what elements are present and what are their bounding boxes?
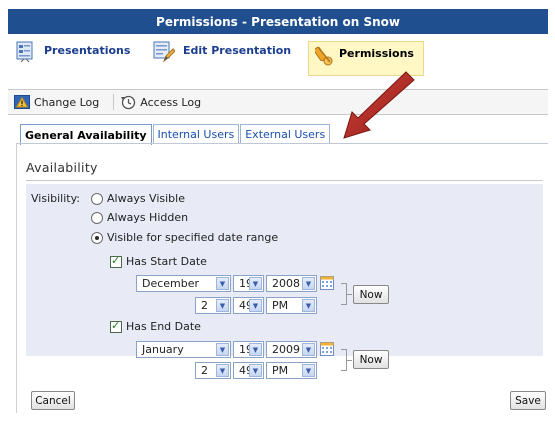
end-minute-select[interactable]: 49 ▼	[233, 362, 264, 379]
radio-date-range-label: Visible for specified date range	[107, 231, 279, 244]
save-button[interactable]: Save	[510, 391, 546, 410]
tab-internal-users[interactable]: Internal Users	[152, 124, 240, 144]
chevron-down-icon: ▼	[249, 277, 262, 290]
end-calendar-icon[interactable]	[320, 342, 334, 356]
chevron-down-icon: ▼	[302, 277, 315, 290]
presentations-icon	[16, 41, 33, 63]
radio-date-range[interactable]: Visible for specified date range	[91, 231, 278, 244]
start-year-value: 2008	[272, 277, 300, 290]
toolbar-divider	[113, 94, 115, 110]
has-end-date-label: Has End Date	[126, 320, 201, 333]
chevron-down-icon: ▼	[216, 343, 229, 356]
nav-permissions-label: Permissions	[339, 47, 414, 60]
has-end-date[interactable]: Has End Date	[110, 319, 201, 333]
annotation-arrow-icon	[343, 71, 415, 139]
section-divider	[26, 180, 543, 181]
radio-always-visible-label: Always Visible	[107, 192, 185, 205]
start-month-value: December	[142, 277, 200, 290]
permissions-icon	[315, 46, 333, 66]
end-hour-select[interactable]: 2 ▼	[195, 362, 231, 379]
access-log-link[interactable]: Access Log	[120, 94, 201, 110]
start-ampm-value: PM	[272, 299, 289, 312]
tab-general-availability[interactable]: General Availability	[20, 124, 152, 145]
nav-edit-presentation-label: Edit Presentation	[183, 44, 292, 57]
end-year-select[interactable]: 2009 ▼	[266, 341, 317, 358]
warning-icon	[14, 95, 30, 109]
nav-presentations[interactable]: Presentations	[16, 41, 130, 76]
chevron-down-icon: ▼	[216, 277, 229, 290]
end-month-select[interactable]: January ▼	[136, 341, 231, 358]
permission-tabs: General Availability Internal Users Exte…	[20, 124, 331, 145]
change-log-link[interactable]: Change Log	[14, 95, 99, 109]
availability-form	[26, 184, 543, 356]
start-month-select[interactable]: December ▼	[136, 275, 231, 292]
end-month-value: January	[142, 343, 184, 356]
end-ampm-select[interactable]: PM ▼	[266, 362, 317, 379]
access-log-label: Access Log	[140, 95, 202, 109]
top-navigation: Presentations Edit Presentation Permissi…	[8, 34, 548, 82]
radio-always-hidden-control[interactable]	[91, 211, 103, 224]
window-title-bar: Permissions - Presentation on Snow	[8, 9, 548, 34]
nav-presentations-label: Presentations	[44, 44, 131, 57]
end-ampm-value: PM	[272, 364, 289, 377]
change-log-label: Change Log	[34, 95, 100, 109]
start-bracket-tick	[347, 294, 352, 295]
visibility-label: Visibility:	[31, 192, 81, 205]
start-minute-select[interactable]: 49 ▼	[233, 297, 264, 314]
end-bracket-tick	[347, 360, 352, 361]
log-toolbar: Change Log Access Log	[8, 89, 548, 115]
history-icon	[121, 95, 136, 110]
start-year-select[interactable]: 2008 ▼	[266, 275, 317, 292]
end-now-button[interactable]: Now	[353, 350, 389, 369]
start-calendar-icon[interactable]	[320, 276, 334, 290]
radio-always-hidden[interactable]: Always Hidden	[91, 211, 188, 224]
chevron-down-icon: ▼	[249, 299, 262, 312]
has-start-date-label: Has Start Date	[126, 255, 207, 268]
radio-always-visible-control[interactable]	[91, 192, 103, 205]
has-end-date-checkbox[interactable]	[110, 319, 122, 333]
start-hour-select[interactable]: 2 ▼	[195, 297, 231, 314]
chevron-down-icon: ▼	[249, 343, 262, 356]
has-start-date-checkbox[interactable]	[110, 254, 122, 268]
cancel-button[interactable]: Cancel	[31, 391, 75, 410]
chevron-down-icon: ▼	[216, 364, 229, 377]
end-day-select[interactable]: 19 ▼	[233, 341, 264, 358]
availability-heading: Availability	[26, 160, 98, 175]
radio-always-hidden-label: Always Hidden	[107, 211, 189, 224]
tab-external-users[interactable]: External Users	[240, 124, 331, 144]
chevron-down-icon: ▼	[302, 343, 315, 356]
window-title: Permissions - Presentation on Snow	[156, 14, 400, 29]
chevron-down-icon: ▼	[216, 299, 229, 312]
nav-edit-presentation[interactable]: Edit Presentation	[153, 41, 291, 76]
chevron-down-icon: ▼	[302, 299, 315, 312]
radio-always-visible[interactable]: Always Visible	[91, 192, 185, 205]
start-day-select[interactable]: 19 ▼	[233, 275, 264, 292]
start-hour-value: 2	[201, 299, 208, 312]
start-now-button[interactable]: Now	[353, 285, 389, 304]
has-start-date[interactable]: Has Start Date	[110, 254, 207, 268]
chevron-down-icon: ▼	[302, 364, 315, 377]
edit-presentation-icon	[153, 41, 175, 63]
chevron-down-icon: ▼	[249, 364, 262, 377]
end-hour-value: 2	[201, 364, 208, 377]
start-ampm-select[interactable]: PM ▼	[266, 297, 317, 314]
radio-date-range-control[interactable]	[91, 231, 103, 244]
end-year-value: 2009	[272, 343, 300, 356]
